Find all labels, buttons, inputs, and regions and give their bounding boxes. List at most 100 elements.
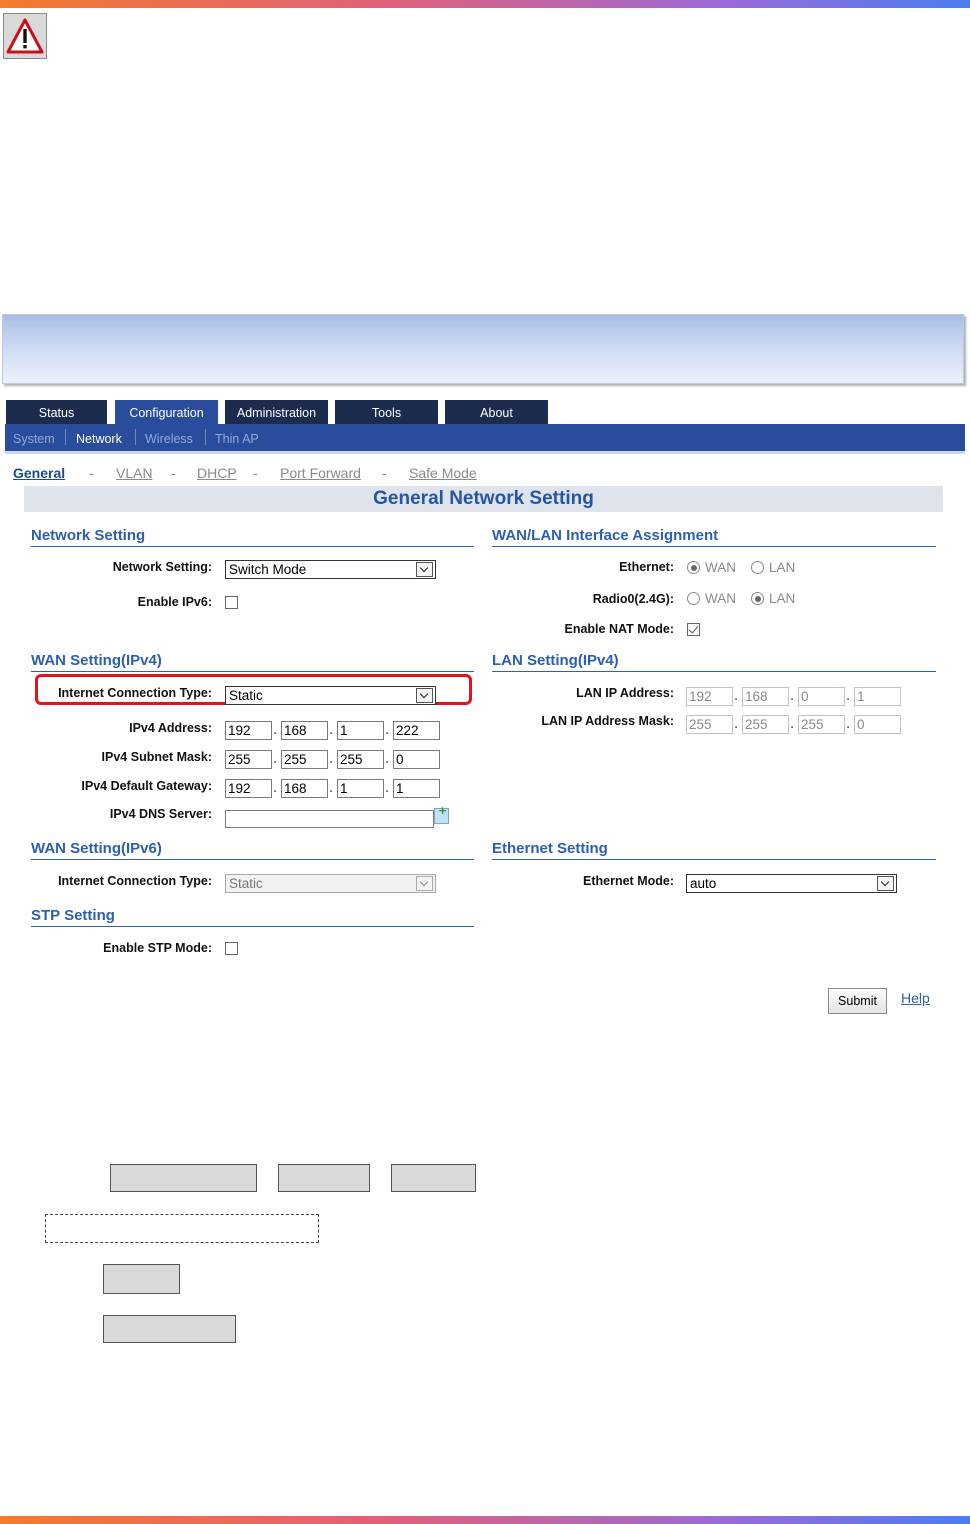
lan-ip-octet-3[interactable]: 0 xyxy=(798,687,845,706)
pagelink-vlan[interactable]: VLAN xyxy=(116,465,153,481)
section-wan-lan-assignment: WAN/LAN Interface Assignment xyxy=(492,527,719,544)
pagelink-safe-mode[interactable]: Safe Mode xyxy=(409,465,477,481)
pagelink-general[interactable]: General xyxy=(13,465,65,481)
lan-mask-octet-3[interactable]: 255 xyxy=(798,715,845,734)
radio0-assign-label: Radio0(2.4G): xyxy=(592,592,674,606)
ethernet-wan-radio[interactable] xyxy=(687,561,700,574)
lan-ip-octet-1[interactable]: 192 xyxy=(686,687,733,706)
pagelink-port-forward[interactable]: Port Forward xyxy=(280,465,361,481)
pagelink-separator: - xyxy=(382,465,387,481)
submit-button[interactable]: Submit xyxy=(828,988,887,1014)
tab-tools[interactable]: Tools xyxy=(335,400,438,425)
section-divider xyxy=(492,859,936,860)
placeholder-box xyxy=(103,1315,236,1343)
ipv4-dns-input[interactable] xyxy=(225,810,434,828)
ethernet-lan-label: LAN xyxy=(769,560,796,575)
network-setting-label: Network Setting: xyxy=(112,560,212,574)
enable-nat-checkbox[interactable] xyxy=(687,623,700,636)
section-wan-ipv4: WAN Setting(IPv4) xyxy=(31,652,162,669)
octet-separator: . xyxy=(329,723,334,738)
placeholder-box xyxy=(110,1164,257,1192)
ipv4-address-octet-1[interactable]: 192 xyxy=(225,721,272,740)
ipv4-dns-label: IPv4 DNS Server: xyxy=(109,807,212,821)
tab-about[interactable]: About xyxy=(445,400,548,425)
placeholder-box xyxy=(103,1264,180,1294)
lan-ip-label: LAN IP Address: xyxy=(576,686,674,700)
ipv4-mask-octet-2[interactable]: 255 xyxy=(281,750,328,769)
ipv4-mask-octet-4[interactable]: 0 xyxy=(393,750,440,769)
subnav-wireless[interactable]: Wireless xyxy=(145,432,193,446)
enable-ipv6-checkbox[interactable] xyxy=(225,596,238,609)
help-link[interactable]: Help xyxy=(901,990,930,1006)
octet-separator: . xyxy=(273,752,278,767)
ipv4-gateway-octet-2[interactable]: 168 xyxy=(281,779,328,798)
ethernet-wan-label: WAN xyxy=(705,560,736,575)
placeholder-box xyxy=(278,1164,370,1192)
octet-separator: . xyxy=(790,689,795,704)
octet-separator: . xyxy=(273,723,278,738)
subnav-system[interactable]: System xyxy=(13,432,55,446)
wan-connection-type-value: Static xyxy=(229,688,263,703)
ethernet-mode-select[interactable]: auto xyxy=(686,874,897,893)
lan-mask-octet-1[interactable]: 255 xyxy=(686,715,733,734)
placeholder-box xyxy=(391,1164,476,1192)
section-divider xyxy=(31,671,474,672)
lan-mask-octet-4[interactable]: 0 xyxy=(854,715,901,734)
section-ethernet: Ethernet Setting xyxy=(492,840,608,857)
section-network-setting: Network Setting xyxy=(31,527,146,544)
tab-configuration[interactable]: Configuration xyxy=(115,400,218,425)
octet-separator: . xyxy=(385,752,390,767)
ipv4-gateway-label: IPv4 Default Gateway: xyxy=(81,779,212,793)
ethernet-assign-label: Ethernet: xyxy=(619,560,674,574)
ipv4-mask-octet-1[interactable]: 255 xyxy=(225,750,272,769)
section-divider xyxy=(492,546,936,547)
add-dns-icon[interactable] xyxy=(434,804,449,824)
subnav-thin-ap[interactable]: Thin AP xyxy=(215,432,259,446)
ipv4-address-label: IPv4 Address: xyxy=(129,721,212,735)
page-title: General Network Setting xyxy=(373,488,594,509)
enable-stp-checkbox[interactable] xyxy=(225,942,238,955)
enable-nat-label: Enable NAT Mode: xyxy=(564,622,675,636)
radio0-wan-label: WAN xyxy=(705,591,736,606)
pagelink-dhcp[interactable]: DHCP xyxy=(197,465,237,481)
tab-status[interactable]: Status xyxy=(6,400,107,425)
lan-ip-octet-2[interactable]: 168 xyxy=(742,687,789,706)
lan-mask-octet-2[interactable]: 255 xyxy=(742,715,789,734)
ipv4-subnet-mask-label: IPv4 Subnet Mask: xyxy=(101,750,212,764)
octet-separator: . xyxy=(329,752,334,767)
chevron-down-icon xyxy=(416,876,433,891)
ethernet-mode-value: auto xyxy=(690,876,717,891)
section-wan-ipv6: WAN Setting(IPv6) xyxy=(31,840,162,857)
lan-ip-octet-4[interactable]: 1 xyxy=(854,687,901,706)
radio0-wan-radio[interactable] xyxy=(687,592,700,605)
section-divider xyxy=(492,671,936,672)
ipv4-address-octet-4[interactable]: 222 xyxy=(393,721,440,740)
ipv4-gateway-octet-4[interactable]: 1 xyxy=(393,779,440,798)
warning-icon xyxy=(3,13,47,59)
wan-connection-type-select[interactable]: Static xyxy=(225,686,436,705)
ipv4-mask-octet-3[interactable]: 255 xyxy=(337,750,384,769)
octet-separator: . xyxy=(734,717,739,732)
octet-separator: . xyxy=(385,781,390,796)
network-setting-select[interactable]: Switch Mode xyxy=(225,560,436,579)
chevron-down-icon xyxy=(416,562,433,577)
subnav-separator xyxy=(135,429,136,445)
ipv6-connection-type-value: Static xyxy=(229,876,263,891)
tab-administration[interactable]: Administration xyxy=(225,400,328,425)
ipv4-gateway-octet-3[interactable]: 1 xyxy=(337,779,384,798)
radio0-lan-radio[interactable] xyxy=(751,592,764,605)
ethernet-lan-radio[interactable] xyxy=(751,561,764,574)
octet-separator: . xyxy=(273,781,278,796)
octet-separator: . xyxy=(790,717,795,732)
pagelink-separator: - xyxy=(253,465,258,481)
subnav-network[interactable]: Network xyxy=(76,432,122,446)
ipv4-gateway-octet-1[interactable]: 192 xyxy=(225,779,272,798)
chevron-down-icon xyxy=(877,876,894,891)
chevron-down-icon xyxy=(416,688,433,703)
lan-mask-label: LAN IP Address Mask: xyxy=(541,714,674,728)
ipv4-address-octet-3[interactable]: 1 xyxy=(337,721,384,740)
octet-separator: . xyxy=(846,717,851,732)
ipv4-address-octet-2[interactable]: 168 xyxy=(281,721,328,740)
ipv6-connection-type-select[interactable]: Static xyxy=(225,874,436,893)
subnav-separator xyxy=(65,429,66,445)
